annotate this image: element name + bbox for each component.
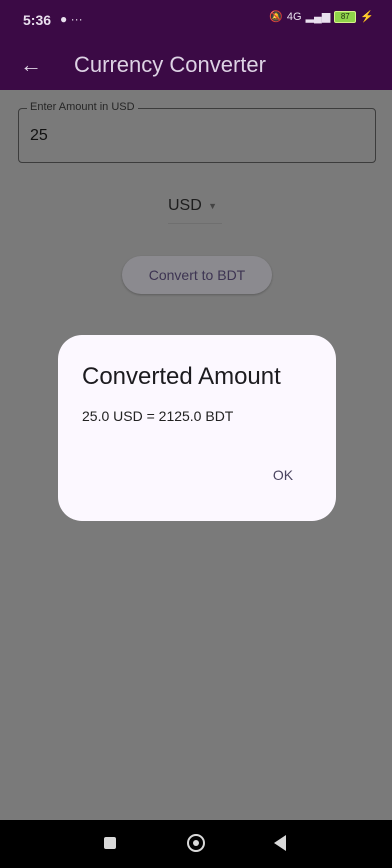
app-bar: ← Currency Converter	[0, 40, 392, 90]
chevron-down-icon: ▼	[208, 201, 217, 211]
amount-field-value: 25	[30, 127, 48, 144]
notification-icons: ● ···	[60, 12, 83, 26]
status-right-icons: 🔕 4G ▂▄▆ 87 ⚡	[269, 10, 374, 23]
status-time: 5:36	[23, 12, 52, 28]
converted-amount-dialog: Converted Amount 25.0 USD = 2125.0 BDT O…	[58, 335, 336, 521]
convert-button[interactable]: Convert to BDT	[122, 256, 272, 294]
ok-button[interactable]: OK	[262, 463, 304, 487]
arrow-left-icon[interactable]: ←	[18, 53, 44, 77]
system-nav-bar	[0, 820, 392, 868]
signal-icon: ▂▄▆	[305, 11, 331, 23]
charging-icon: ⚡	[360, 11, 374, 23]
back-icon[interactable]	[274, 835, 286, 851]
recent-apps-icon[interactable]	[104, 837, 116, 849]
dialog-message: 25.0 USD = 2125.0 BDT	[82, 408, 234, 424]
network-label: 4G	[286, 10, 302, 23]
home-icon[interactable]	[187, 834, 205, 852]
currency-dropdown[interactable]: USD ▼	[168, 197, 222, 224]
amount-field[interactable]: Enter Amount in USD 25	[18, 101, 376, 163]
battery-icon: 87	[334, 10, 357, 23]
currency-dropdown-value: USD	[168, 197, 202, 214]
mute-bell-icon: 🔕	[269, 11, 283, 23]
status-bar: 5:36 ● ··· 🔕 4G ▂▄▆ 87 ⚡	[0, 0, 392, 40]
page-title: Currency Converter	[74, 52, 266, 77]
dialog-title: Converted Amount	[82, 363, 281, 390]
amount-field-label: Enter Amount in USD	[27, 101, 138, 113]
